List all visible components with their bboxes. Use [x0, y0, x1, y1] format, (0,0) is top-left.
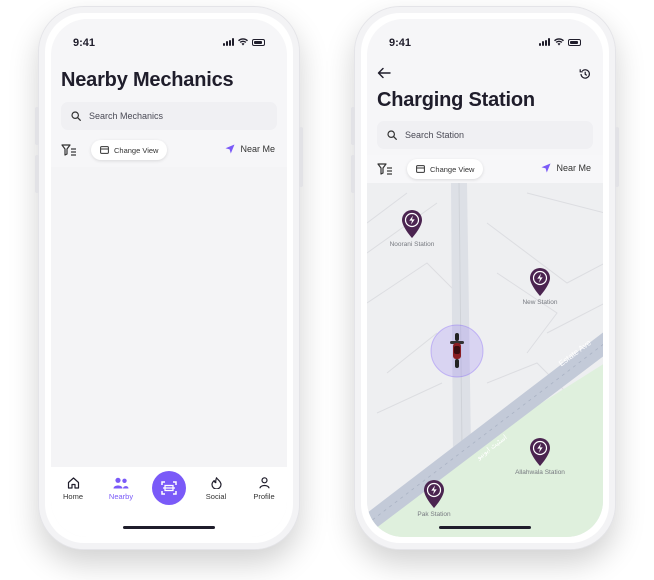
status-time: 9:41	[389, 37, 412, 49]
page-title: Nearby Mechanics	[61, 69, 234, 91]
search-input[interactable]: Search Station	[377, 121, 593, 149]
signal-icon	[223, 38, 234, 46]
station-label-new: New Station	[522, 299, 558, 306]
side-button	[299, 127, 303, 187]
nav-social-label: Social	[205, 492, 227, 501]
home-icon	[67, 477, 79, 489]
change-view-button[interactable]: Change View	[91, 140, 168, 160]
station-pin-allahwala[interactable]	[529, 437, 551, 472]
nav-profile[interactable]: Profile	[244, 477, 284, 501]
location-arrow-icon	[225, 144, 235, 154]
search-input[interactable]: Search Mechanics	[61, 102, 277, 130]
battery-icon	[252, 38, 265, 46]
charging-pin-icon	[424, 480, 444, 508]
side-button	[351, 107, 355, 145]
left-phone: 9:41 Nearby Mechanics Search Mechanics C…	[35, 6, 303, 550]
status-bar: 9:41	[367, 19, 603, 63]
scan-icon	[161, 481, 177, 495]
charging-pin-icon	[402, 210, 422, 238]
nav-home[interactable]: Home	[53, 477, 93, 501]
station-pin-noorani[interactable]	[401, 209, 423, 244]
history-icon[interactable]	[579, 68, 591, 80]
side-button	[35, 155, 39, 193]
search-icon	[71, 111, 81, 121]
search-placeholder: Search Mechanics	[89, 111, 164, 121]
change-view-label: Change View	[114, 145, 159, 155]
location-arrow-icon	[541, 163, 551, 173]
status-time: 9:41	[73, 37, 96, 49]
nav-social[interactable]: Social	[196, 477, 236, 501]
filter-icon[interactable]	[61, 143, 77, 157]
view-icon	[416, 165, 425, 173]
search-icon	[387, 130, 397, 140]
charging-pin-icon	[530, 438, 550, 466]
wifi-icon	[238, 38, 248, 46]
right-phone: 9:41 Charging Station Search Station Est…	[351, 6, 619, 550]
motorcycle-icon	[450, 333, 464, 368]
side-button	[351, 155, 355, 193]
station-pin-new[interactable]	[529, 267, 551, 302]
nav-home-label: Home	[62, 492, 83, 501]
search-placeholder: Search Station	[405, 130, 465, 140]
view-icon	[100, 146, 109, 154]
change-view-label: Change View	[430, 164, 475, 174]
side-button	[615, 127, 619, 187]
change-view-button[interactable]: Change View	[407, 159, 484, 179]
near-me-button[interactable]: Near Me	[541, 163, 591, 173]
home-indicator	[123, 526, 215, 529]
scan-button[interactable]	[152, 471, 186, 505]
charging-pin-icon	[530, 268, 550, 296]
home-indicator	[439, 526, 531, 529]
left-screen: 9:41 Nearby Mechanics Search Mechanics C…	[51, 19, 287, 537]
status-bar: 9:41	[51, 19, 287, 63]
right-screen: 9:41 Charging Station Search Station Est…	[367, 19, 603, 537]
back-arrow-icon[interactable]	[377, 67, 391, 79]
nav-nearby-label: Nearby	[108, 492, 134, 501]
near-me-label: Near Me	[556, 163, 591, 173]
station-label-pak: Pak Station	[417, 511, 451, 518]
station-label-allahwala: Allahwala Station	[515, 469, 565, 476]
bottom-nav: Home Nearby Social Profile	[51, 467, 287, 537]
filter-icon[interactable]	[377, 162, 393, 176]
content-area	[51, 167, 287, 467]
people-icon	[113, 477, 129, 489]
map-view[interactable]: Estate Ave اسٹیٹ ایونیو Noorani Station …	[367, 183, 603, 537]
battery-icon	[568, 38, 581, 46]
near-me-label: Near Me	[240, 144, 275, 154]
wifi-icon	[554, 38, 564, 46]
flame-icon	[210, 477, 222, 489]
user-icon	[258, 477, 270, 489]
near-me-button[interactable]: Near Me	[225, 144, 275, 154]
station-pin-pak[interactable]	[423, 479, 445, 514]
nav-nearby[interactable]: Nearby	[101, 477, 141, 501]
signal-icon	[539, 38, 550, 46]
side-button	[35, 107, 39, 145]
page-title: Charging Station	[377, 89, 535, 111]
station-label-noorani: Noorani Station	[389, 241, 435, 248]
nav-profile-label: Profile	[253, 492, 275, 501]
